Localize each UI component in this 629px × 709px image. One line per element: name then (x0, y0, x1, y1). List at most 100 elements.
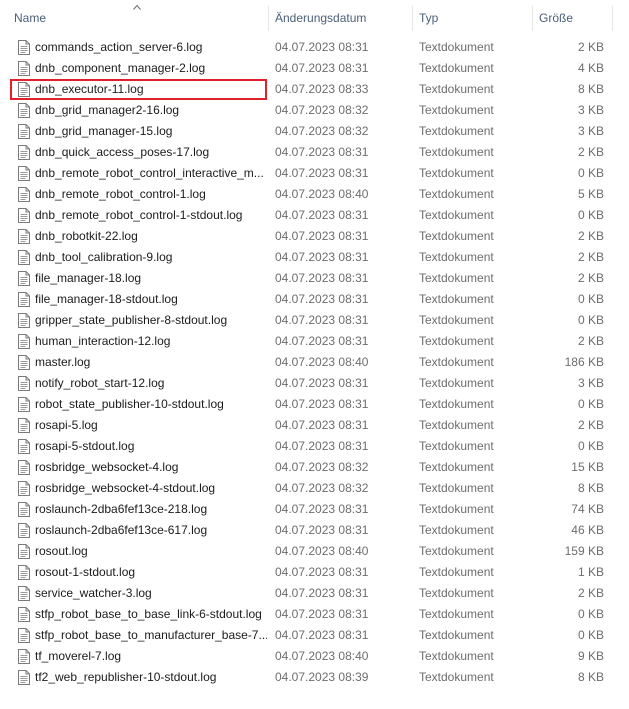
file-date: 04.07.2023 08:40 (275, 187, 369, 201)
file-type: Textdokument (419, 565, 494, 579)
file-size: 4 KB (577, 61, 604, 75)
file-size: 0 KB (577, 292, 604, 306)
file-name: dnb_remote_robot_control-1-stdout.log (35, 208, 243, 222)
file-row[interactable]: dnb_robotkit-22.log 04.07.2023 08:31 Textd… (0, 226, 629, 247)
file-size: 2 KB (577, 586, 604, 600)
file-row[interactable]: rosout.log 04.07.2023 08:40 Textdokument 15… (0, 541, 629, 562)
text-file-icon (18, 544, 30, 559)
file-row[interactable]: rosapi-5-stdout.log 04.07.2023 08:31 Textd… (0, 436, 629, 457)
file-name: stfp_robot_base_to_manufacturer_base-7..… (35, 628, 267, 642)
column-header-type[interactable]: Typ (419, 0, 438, 37)
file-type: Textdokument (419, 61, 494, 75)
file-size: 8 KB (577, 481, 604, 495)
file-type: Textdokument (419, 208, 494, 222)
file-name: rosapi-5.log (35, 418, 98, 432)
text-file-icon (18, 187, 30, 202)
file-size: 8 KB (577, 82, 604, 96)
file-row[interactable]: dnb_component_manager-2.log 04.07.2023 08… (0, 58, 629, 79)
file-date: 04.07.2023 08:31 (275, 418, 369, 432)
file-type: Textdokument (419, 334, 494, 348)
file-type: Textdokument (419, 82, 494, 96)
file-row[interactable]: gripper_state_publisher-8-stdout.log 04.0… (0, 310, 629, 331)
file-size: 9 KB (577, 649, 604, 663)
text-file-icon (18, 460, 30, 475)
highlight-box (10, 79, 267, 100)
file-row[interactable]: roslaunch-2dba6fef13ce-617.log 04.07.2023… (0, 520, 629, 541)
file-row[interactable]: roslaunch-2dba6fef13ce-218.log 04.07.2023… (0, 499, 629, 520)
file-row[interactable]: rosbridge_websocket-4.log 04.07.2023 08:3… (0, 457, 629, 478)
text-file-icon (18, 565, 30, 580)
file-type: Textdokument (419, 40, 494, 54)
file-type: Textdokument (419, 628, 494, 642)
file-size: 5 KB (577, 187, 604, 201)
text-file-icon (18, 502, 30, 517)
file-row[interactable]: dnb_quick_access_poses-17.log 04.07.2023 … (0, 142, 629, 163)
file-name: rosout.log (35, 544, 88, 558)
text-file-icon (18, 628, 30, 643)
file-name: dnb_grid_manager2-16.log (35, 103, 180, 117)
file-row[interactable]: master.log 04.07.2023 08:40 Textdokument 18… (0, 352, 629, 373)
file-row[interactable]: stfp_robot_base_to_base_link-6-stdout.lo… (0, 604, 629, 625)
file-type: Textdokument (419, 607, 494, 621)
file-row[interactable]: service_watcher-3.log 04.07.2023 08:31 Tex… (0, 583, 629, 604)
file-date: 04.07.2023 08:31 (275, 166, 369, 180)
file-row[interactable]: dnb_tool_calibration-9.log 04.07.2023 08:… (0, 247, 629, 268)
file-row[interactable]: rosout-1-stdout.log 04.07.2023 08:31 Textd… (0, 562, 629, 583)
file-date: 04.07.2023 08:40 (275, 544, 369, 558)
file-row[interactable]: file_manager-18.log 04.07.2023 08:31 Textd… (0, 268, 629, 289)
file-date: 04.07.2023 08:31 (275, 523, 369, 537)
text-file-icon (18, 376, 30, 391)
file-name: tf2_web_republisher-10-stdout.log (35, 670, 217, 684)
file-size: 0 KB (577, 607, 604, 621)
column-divider[interactable] (412, 6, 413, 31)
text-file-icon (18, 124, 30, 139)
file-name: dnb_tool_calibration-9.log (35, 250, 173, 264)
file-row[interactable]: file_manager-18-stdout.log 04.07.2023 08:… (0, 289, 629, 310)
file-row[interactable]: commands_action_server-6.log 04.07.2023 0… (0, 37, 629, 58)
column-header-date[interactable]: Änderungsdatum (275, 0, 366, 37)
file-name: rosbridge_websocket-4-stdout.log (35, 481, 216, 495)
file-date: 04.07.2023 08:31 (275, 40, 369, 54)
file-row[interactable]: tf_moverel-7.log 04.07.2023 08:40 Textdoku… (0, 646, 629, 667)
file-row[interactable]: rosapi-5.log 04.07.2023 08:31 Textdokument… (0, 415, 629, 436)
file-name: roslaunch-2dba6fef13ce-617.log (35, 523, 208, 537)
file-date: 04.07.2023 08:31 (275, 334, 369, 348)
file-row[interactable]: tf2_web_republisher-10-stdout.log 04.07.2… (0, 667, 629, 688)
sort-ascending-icon[interactable] (133, 4, 141, 10)
column-divider[interactable] (268, 6, 269, 31)
file-date: 04.07.2023 08:32 (275, 124, 369, 138)
column-divider[interactable] (612, 6, 613, 31)
text-file-icon (18, 166, 30, 181)
file-date: 04.07.2023 08:31 (275, 145, 369, 159)
file-row[interactable]: human_interaction-12.log 04.07.2023 08:31… (0, 331, 629, 352)
file-date: 04.07.2023 08:39 (275, 670, 369, 684)
file-date: 04.07.2023 08:31 (275, 229, 369, 243)
file-size: 0 KB (577, 397, 604, 411)
file-name: dnb_remote_robot_control_interactive_m..… (35, 166, 264, 180)
column-header-name[interactable]: Name (14, 0, 46, 37)
text-file-icon (18, 586, 30, 601)
file-type: Textdokument (419, 124, 494, 138)
file-name: service_watcher-3.log (35, 586, 152, 600)
file-row[interactable]: dnb_grid_manager2-16.log 04.07.2023 08:32… (0, 100, 629, 121)
file-name: tf_moverel-7.log (35, 649, 122, 663)
file-size: 2 KB (577, 229, 604, 243)
file-row[interactable]: dnb_remote_robot_control_interactive_m..… (0, 163, 629, 184)
file-row[interactable]: notify_robot_start-12.log 04.07.2023 08:3… (0, 373, 629, 394)
text-file-icon (18, 292, 30, 307)
file-row[interactable]: dnb_grid_manager-15.log 04.07.2023 08:32 T… (0, 121, 629, 142)
file-date: 04.07.2023 08:31 (275, 208, 369, 222)
text-file-icon (18, 334, 30, 349)
text-file-icon (18, 523, 30, 538)
file-date: 04.07.2023 08:31 (275, 313, 369, 327)
column-header-size[interactable]: Größe (539, 0, 573, 37)
file-row[interactable]: dnb_remote_robot_control-1.log 04.07.2023… (0, 184, 629, 205)
column-divider[interactable] (532, 6, 533, 31)
file-row[interactable]: dnb_remote_robot_control-1-stdout.log 04.… (0, 205, 629, 226)
file-row[interactable]: robot_state_publisher-10-stdout.log 04.07… (0, 394, 629, 415)
file-row[interactable]: stfp_robot_base_to_manufacturer_base-7..… (0, 625, 629, 646)
file-type: Textdokument (419, 376, 494, 390)
file-type: Textdokument (419, 313, 494, 327)
file-date: 04.07.2023 08:40 (275, 355, 369, 369)
file-row[interactable]: rosbridge_websocket-4-stdout.log 04.07.20… (0, 478, 629, 499)
